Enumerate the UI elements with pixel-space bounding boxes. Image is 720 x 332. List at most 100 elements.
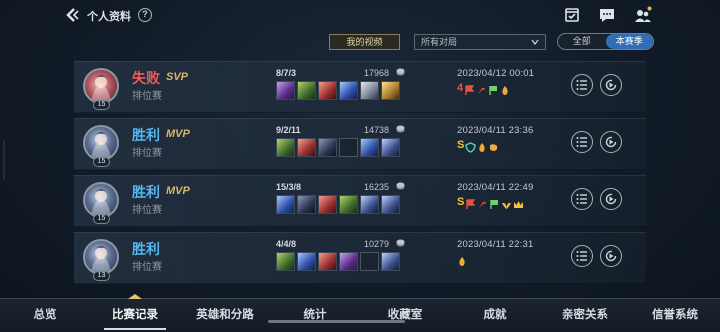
empty-item-slot[interactable] — [339, 138, 358, 157]
scrollbar[interactable] — [268, 320, 405, 323]
nav-tab[interactable]: 统计 — [270, 299, 360, 332]
match-row[interactable]: 15 胜利 MVP 排位赛 15/3/8 16235 2023/04/11 22… — [74, 175, 646, 227]
nav-tab[interactable]: 亲密关系 — [540, 299, 630, 332]
gold-wings-icon — [501, 197, 512, 209]
gold-amount: 14738 — [364, 125, 390, 135]
equipment-icon[interactable] — [318, 195, 337, 214]
equipment-icon[interactable] — [318, 81, 337, 100]
equipment-icon[interactable] — [381, 195, 400, 214]
red-scythe-icon — [476, 83, 487, 94]
equipment-icon[interactable] — [360, 138, 379, 157]
equipment-icon[interactable] — [360, 195, 379, 214]
help-icon[interactable]: ? — [138, 8, 152, 22]
replay-button[interactable] — [600, 188, 622, 210]
list-icon — [576, 80, 587, 90]
kda-stat: 9/2/11 — [276, 125, 301, 135]
nav-tab[interactable]: 比赛记录 — [90, 294, 180, 332]
match-mode: 排位赛 — [132, 91, 162, 102]
toggle-all[interactable]: 全部 — [558, 34, 606, 49]
replay-button[interactable] — [600, 245, 622, 267]
gold-crown-icon — [513, 197, 524, 208]
empty-item-slot[interactable] — [360, 252, 379, 271]
match-mode: 排位赛 — [132, 205, 162, 216]
nav-tab[interactable]: 英雄和分路 — [180, 299, 270, 332]
nav-tab[interactable]: 成就 — [450, 299, 540, 332]
header: 个人资料 ? — [0, 0, 720, 30]
orange-flame-icon — [477, 140, 487, 152]
side-decoration — [3, 140, 5, 180]
achievement-badges — [457, 254, 467, 266]
equipment-icon[interactable] — [381, 138, 400, 157]
gold-icon — [396, 68, 405, 76]
match-mode: 排位赛 — [132, 262, 162, 273]
chat-icon[interactable] — [598, 6, 616, 24]
replay-button[interactable] — [600, 74, 622, 96]
equipment-icon[interactable] — [276, 81, 295, 100]
my-videos-button[interactable]: 我的视频 — [329, 34, 400, 50]
equipment-icon[interactable] — [318, 138, 337, 157]
match-detail-button[interactable] — [571, 131, 593, 153]
nav-tab[interactable]: 收藏室 — [360, 299, 450, 332]
equipment-icon[interactable] — [339, 252, 358, 271]
equipment-icon[interactable] — [297, 81, 316, 100]
achievement-badges: S — [457, 196, 524, 209]
list-icon — [576, 251, 587, 261]
equipment-list — [276, 195, 400, 214]
replay-icon — [605, 250, 617, 262]
kda-stat: 4/4/8 — [276, 239, 297, 249]
equipment-icon[interactable] — [297, 252, 316, 271]
match-datetime: 2023/04/11 23:36 — [457, 125, 534, 136]
match-datetime: 2023/04/11 22:49 — [457, 182, 534, 193]
equipment-icon[interactable] — [360, 81, 379, 100]
performance-tag: MVP — [166, 128, 190, 140]
hero-avatar — [83, 182, 119, 218]
equipment-list — [276, 252, 400, 271]
match-detail-button[interactable] — [571, 245, 593, 267]
hero-level-badge: 15 — [93, 100, 110, 110]
match-result: 失败 — [132, 70, 160, 86]
match-row[interactable]: 15 失败 SVP 排位赛 8/7/3 17968 2023/04/12 00:… — [74, 61, 646, 113]
kda-stat: 8/7/3 — [276, 68, 297, 78]
equipment-icon[interactable] — [318, 252, 337, 271]
gold-amount: 10279 — [364, 239, 390, 249]
replay-button[interactable] — [600, 131, 622, 153]
match-row[interactable]: 13 胜利 排位赛 4/4/8 10279 2023/04/11 22:31 — [74, 232, 646, 284]
equipment-icon[interactable] — [297, 195, 316, 214]
replay-icon — [605, 193, 617, 205]
gold-icon — [396, 125, 405, 133]
chevron-down-icon — [531, 39, 539, 46]
nav-tab[interactable]: 信誉系统 — [630, 299, 720, 332]
equipment-icon[interactable] — [339, 195, 358, 214]
equipment-list — [276, 138, 400, 157]
equipment-icon[interactable] — [276, 195, 295, 214]
badge-text: S — [457, 196, 465, 208]
match-detail-button[interactable] — [571, 188, 593, 210]
friends-icon[interactable] — [634, 6, 652, 24]
match-detail-button[interactable] — [571, 74, 593, 96]
gold-amount: 16235 — [364, 182, 390, 192]
equipment-icon[interactable] — [339, 81, 358, 100]
equipment-icon[interactable] — [276, 138, 295, 157]
notification-dot — [647, 6, 652, 11]
red-flag-icon — [464, 83, 475, 95]
equipment-icon[interactable] — [381, 81, 400, 100]
red-flag-icon — [465, 197, 476, 209]
equipment-icon[interactable] — [276, 252, 295, 271]
match-filter-value: 所有对局 — [421, 37, 458, 47]
green-flag-icon — [488, 83, 499, 95]
replay-icon — [605, 79, 617, 91]
calendar-check-icon[interactable] — [563, 6, 581, 24]
match-mode: 排位赛 — [132, 148, 162, 159]
achievement-badges: 4 — [457, 82, 510, 95]
match-datetime: 2023/04/12 00:01 — [457, 68, 535, 79]
toggle-current-season[interactable]: 本赛季 — [605, 34, 653, 49]
badge-text: 4 — [457, 82, 464, 94]
nav-tab[interactable]: 总览 — [0, 299, 90, 332]
back-arrow-icon[interactable] — [64, 7, 80, 23]
equipment-icon[interactable] — [381, 252, 400, 271]
match-filter-select[interactable]: 所有对局 — [414, 34, 546, 50]
equipment-icon[interactable] — [297, 138, 316, 157]
match-datetime: 2023/04/11 22:31 — [457, 239, 534, 250]
season-toggle[interactable]: 全部 本赛季 — [557, 33, 654, 50]
match-row[interactable]: 15 胜利 MVP 排位赛 9/2/11 14738 2023/04/11 23… — [74, 118, 646, 170]
